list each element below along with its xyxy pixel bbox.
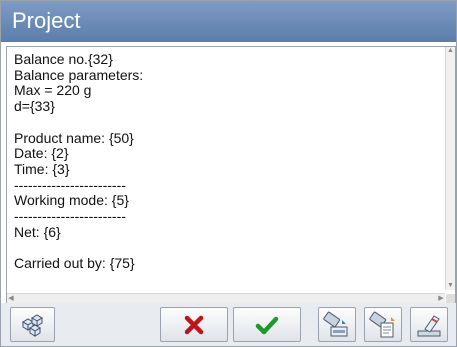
editor-line: Time: {3} <box>14 160 70 177</box>
confirm-button[interactable] <box>233 307 301 342</box>
window-title: Project <box>12 8 81 33</box>
green-check-icon <box>255 316 279 334</box>
scroll-down-arrow-icon[interactable]: ▼ <box>447 282 454 290</box>
variables-button[interactable] <box>10 307 55 342</box>
editor-line: d={33} <box>14 98 55 115</box>
printout-text[interactable]: Balance no.{32} Balance parameters: Max = … <box>14 52 439 295</box>
red-x-icon <box>184 315 204 334</box>
cancel-button[interactable] <box>160 307 228 342</box>
project-window: Project Balance no.{32} Balance parameter… <box>0 0 457 347</box>
editor-line: Net: {6} <box>14 223 61 240</box>
editor-line: Product name: {50} <box>14 129 134 146</box>
eraser-icon <box>417 314 441 336</box>
save-to-usb-button[interactable] <box>364 307 402 342</box>
clear-button[interactable] <box>410 307 448 342</box>
editor-line: Balance no.{32} <box>14 52 113 67</box>
editor-line: ------------------------ <box>14 208 126 225</box>
usb-load-icon <box>323 311 348 336</box>
usb-save-icon <box>369 311 395 337</box>
cubes-icon <box>21 313 43 337</box>
editor-line: Date: {2} <box>14 145 69 162</box>
scroll-right-arrow-icon[interactable]: ▶ <box>437 294 445 303</box>
vertical-scrollbar[interactable]: ▲ ▼ <box>445 47 455 290</box>
editor-line: Max = 220 g <box>14 82 92 99</box>
editor-line: ------------------------ <box>14 176 126 193</box>
scroll-left-arrow-icon[interactable]: ◀ <box>7 294 15 303</box>
title-bar: Project <box>1 1 456 42</box>
printout-editor[interactable]: Balance no.{32} Balance parameters: Max = … <box>6 46 456 304</box>
load-from-usb-button[interactable] <box>318 307 356 342</box>
editor-line: Balance parameters: <box>14 66 144 83</box>
scrollbar-corner <box>446 294 455 303</box>
editor-line: Working mode: {5} <box>14 192 129 209</box>
scroll-up-arrow-icon[interactable]: ▲ <box>447 47 454 55</box>
editor-line: Carried out by: {75} <box>14 255 135 272</box>
horizontal-scrollbar[interactable]: ◀ ▶ <box>7 293 445 303</box>
bottom-toolbar <box>1 303 456 346</box>
